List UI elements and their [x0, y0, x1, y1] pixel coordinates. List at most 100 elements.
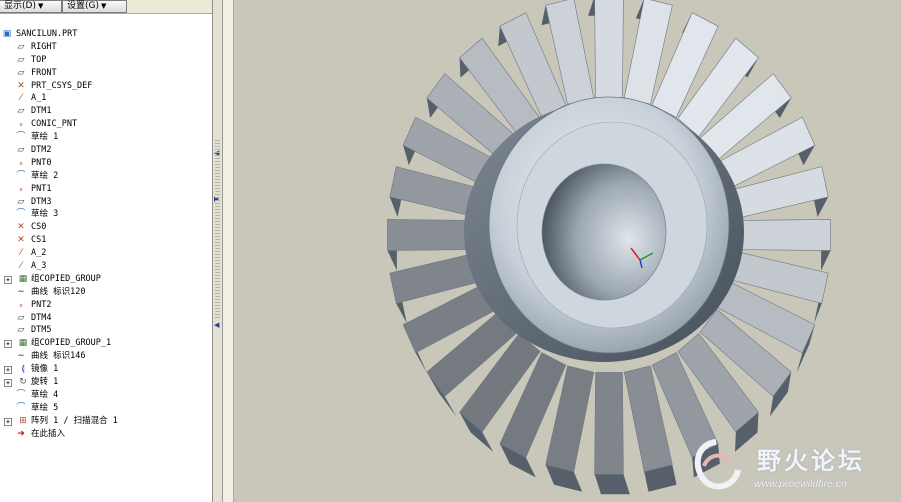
- group-icon: ▦: [18, 273, 28, 284]
- tree-item[interactable]: ▱ DTM4: [0, 312, 212, 325]
- bevel-gear-model[interactable]: [234, 0, 901, 502]
- tree-item-label: PRT_CSYS_DEF: [31, 80, 93, 91]
- tree-expand-toggle[interactable]: +: [4, 366, 12, 375]
- tree-expand-toggle[interactable]: +: [4, 417, 12, 426]
- tree-item-label: 阵列 1 / 扫描混合 1: [31, 415, 118, 426]
- tree-item-label: A_3: [31, 261, 47, 272]
- csys-icon: ✕: [17, 235, 25, 246]
- tree-item-label: 组COPIED_GROUP: [31, 273, 101, 284]
- tree-item-label: DTM4: [31, 312, 52, 323]
- tree-item[interactable]: ▱ DTM1: [0, 105, 212, 118]
- tree-item-label: PNT0: [31, 157, 52, 168]
- tree-item[interactable]: ⁄ A_3: [0, 260, 212, 273]
- datum-plane-icon: ▱: [17, 145, 25, 156]
- datum-plane-icon: ▱: [17, 325, 25, 336]
- tree-item[interactable]: + ↻ 旋转 1: [0, 376, 212, 389]
- tree-item[interactable]: ⌒ 草绘 4: [0, 389, 212, 402]
- csys-icon: ✕: [17, 80, 25, 91]
- revolve-icon: ↻: [19, 377, 27, 388]
- tree-item[interactable]: ⁄ A_1: [0, 92, 212, 105]
- insert-here-icon: ➜: [17, 428, 25, 439]
- gear-bore: [541, 163, 667, 301]
- datum-plane-icon: ▱: [17, 41, 25, 52]
- sketch-icon: ⌒: [16, 389, 26, 400]
- tree-item[interactable]: ⌒ 草绘 5: [0, 402, 212, 415]
- settings-menu-button[interactable]: 设置(G) ▼: [62, 0, 127, 13]
- tree-item[interactable]: ▱ RIGHT: [0, 41, 212, 54]
- tree-item[interactable]: ⌒ 草绘 2: [0, 170, 212, 183]
- tree-item[interactable]: + ▦ 组COPIED_GROUP: [0, 273, 212, 286]
- mirror-icon: ⟬: [21, 364, 25, 375]
- panel-splitter[interactable]: ◀ ▶ ◀: [213, 0, 223, 502]
- tree-item-label: SANCILUN.PRT: [16, 29, 78, 39]
- datum-plane-icon: ▱: [17, 54, 25, 65]
- tree-item[interactable]: ⁄ A_2: [0, 247, 212, 260]
- datum-plane-icon: ▱: [17, 106, 25, 117]
- group-icon: ▦: [18, 338, 28, 349]
- chevron-down-icon: ▼: [101, 2, 107, 10]
- tree-item[interactable]: ∼ 曲线 标识120: [0, 286, 212, 299]
- tree-item-label: 草绘 5: [31, 402, 59, 413]
- axis-icon: ⁄: [20, 261, 22, 272]
- tree-item-label: TOP: [31, 54, 47, 65]
- tree-item[interactable]: ⌒ 草绘 3: [0, 208, 212, 221]
- tree-item-label: 旋转 1: [31, 377, 59, 388]
- datum-plane-icon: ▱: [17, 312, 25, 323]
- curve-icon: ∼: [17, 351, 25, 362]
- tree-item[interactable]: + ▦ 组COPIED_GROUP_1: [0, 337, 212, 350]
- tree-item[interactable]: ∼ 曲线 标识146: [0, 350, 212, 363]
- sketch-icon: ⌒: [16, 402, 26, 413]
- tree-item-label: RIGHT: [31, 41, 57, 52]
- collapse-arrow-icon[interactable]: ◀: [214, 322, 221, 329]
- sketch-icon: ⌒: [16, 170, 26, 181]
- settings-menu-label: 设置(G): [67, 1, 99, 11]
- gear-tooth: [735, 219, 831, 251]
- model-tree-toolbar: 显示(D) ▼ 设置(G) ▼: [0, 0, 212, 14]
- tree-expand-toggle[interactable]: +: [4, 379, 12, 388]
- tree-item-label: CONIC_PNT: [31, 119, 78, 130]
- forum-watermark: 野火论坛 www.proewildfire.cn: [688, 433, 901, 502]
- datum-point-icon: ₓ: [19, 183, 23, 194]
- tree-item[interactable]: ₓ PNT2: [0, 299, 212, 312]
- tree-item[interactable]: + ⟬ 镜像 1: [0, 363, 212, 376]
- tree-item-label: 组COPIED_GROUP_1: [31, 338, 112, 349]
- curve-icon: ∼: [17, 286, 25, 297]
- tree-item[interactable]: ₓ PNT0: [0, 157, 212, 170]
- model-tree-panel: 显示(D) ▼ 设置(G) ▼ ▣ SANCILUN.PRT ▱ RIGHT ▱ TOP ▱ FR…: [0, 0, 213, 502]
- tree-root[interactable]: ▣ SANCILUN.PRT: [0, 28, 212, 41]
- tree-item[interactable]: ▱ FRONT: [0, 67, 212, 80]
- splitter-grip[interactable]: [215, 140, 220, 320]
- datum-point-icon: ₓ: [19, 119, 23, 130]
- tree-item-label: DTM1: [31, 106, 52, 117]
- tree-item-label: DTM2: [31, 145, 52, 156]
- datum-point-icon: ₓ: [19, 157, 23, 168]
- datum-point-icon: ₓ: [19, 299, 23, 310]
- model-tree: ▣ SANCILUN.PRT ▱ RIGHT ▱ TOP ▱ FRONT ✕ PRT_CSYS_D…: [0, 28, 212, 441]
- tree-expand-toggle[interactable]: +: [4, 340, 12, 349]
- tree-item-label: 在此插入: [31, 428, 66, 439]
- tree-item[interactable]: ✕ PRT_CSYS_DEF: [0, 80, 212, 93]
- tree-item-label: DTM5: [31, 325, 52, 336]
- tree-item[interactable]: ➜ 在此插入: [0, 428, 212, 441]
- datum-plane-icon: ▱: [17, 67, 25, 78]
- tree-item-label: 曲线 标识120: [31, 286, 86, 297]
- tree-item[interactable]: ₓ CONIC_PNT: [0, 118, 212, 131]
- display-menu-button[interactable]: 显示(D) ▼: [0, 0, 62, 13]
- tree-item[interactable]: ▱ DTM2: [0, 144, 212, 157]
- tree-item[interactable]: ▱ TOP: [0, 54, 212, 67]
- tree-item[interactable]: ▱ DTM3: [0, 196, 212, 209]
- gear-tooth: [594, 372, 624, 475]
- tree-item[interactable]: ✕ CS0: [0, 221, 212, 234]
- tree-item[interactable]: ₓ PNT1: [0, 183, 212, 196]
- tree-item[interactable]: ✕ CS1: [0, 234, 212, 247]
- graphics-viewport[interactable]: [234, 0, 901, 502]
- tree-item-label: CS0: [31, 222, 47, 233]
- tree-item[interactable]: + ⊞ 阵列 1 / 扫描混合 1: [0, 415, 212, 428]
- tree-expand-toggle[interactable]: +: [4, 275, 12, 284]
- tree-item[interactable]: ⌒ 草绘 1: [0, 131, 212, 144]
- csys-icon: ✕: [17, 222, 25, 233]
- chevron-down-icon: ▼: [37, 2, 44, 10]
- tree-item-label: 曲线 标识146: [31, 351, 86, 362]
- tree-item-label: DTM3: [31, 196, 52, 207]
- tree-item[interactable]: ▱ DTM5: [0, 324, 212, 337]
